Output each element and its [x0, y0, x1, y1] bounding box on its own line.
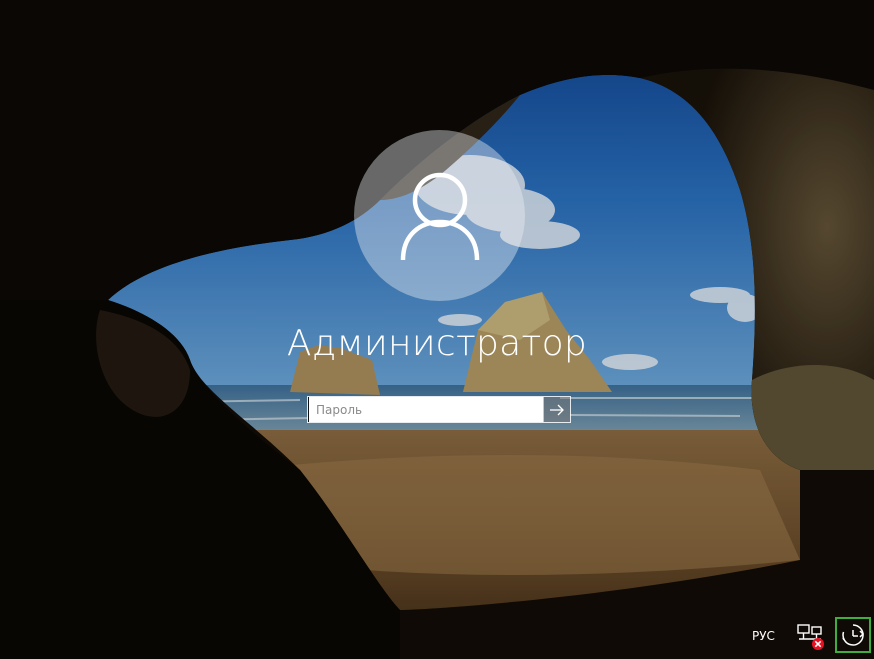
ease-of-access-button[interactable]	[835, 617, 871, 653]
language-indicator[interactable]: РУС	[752, 627, 775, 645]
ease-of-access-icon	[842, 624, 865, 646]
network-disconnected-icon	[797, 624, 824, 650]
arrow-right-icon	[550, 404, 564, 415]
lock-screen: Администратор РУС	[0, 0, 874, 659]
password-box	[307, 396, 571, 423]
user-avatar	[354, 130, 525, 301]
password-input[interactable]	[308, 397, 543, 422]
user-silhouette-icon	[400, 172, 479, 260]
network-button[interactable]	[795, 621, 827, 653]
user-name: Администратор	[286, 323, 588, 364]
submit-button[interactable]	[543, 397, 570, 422]
